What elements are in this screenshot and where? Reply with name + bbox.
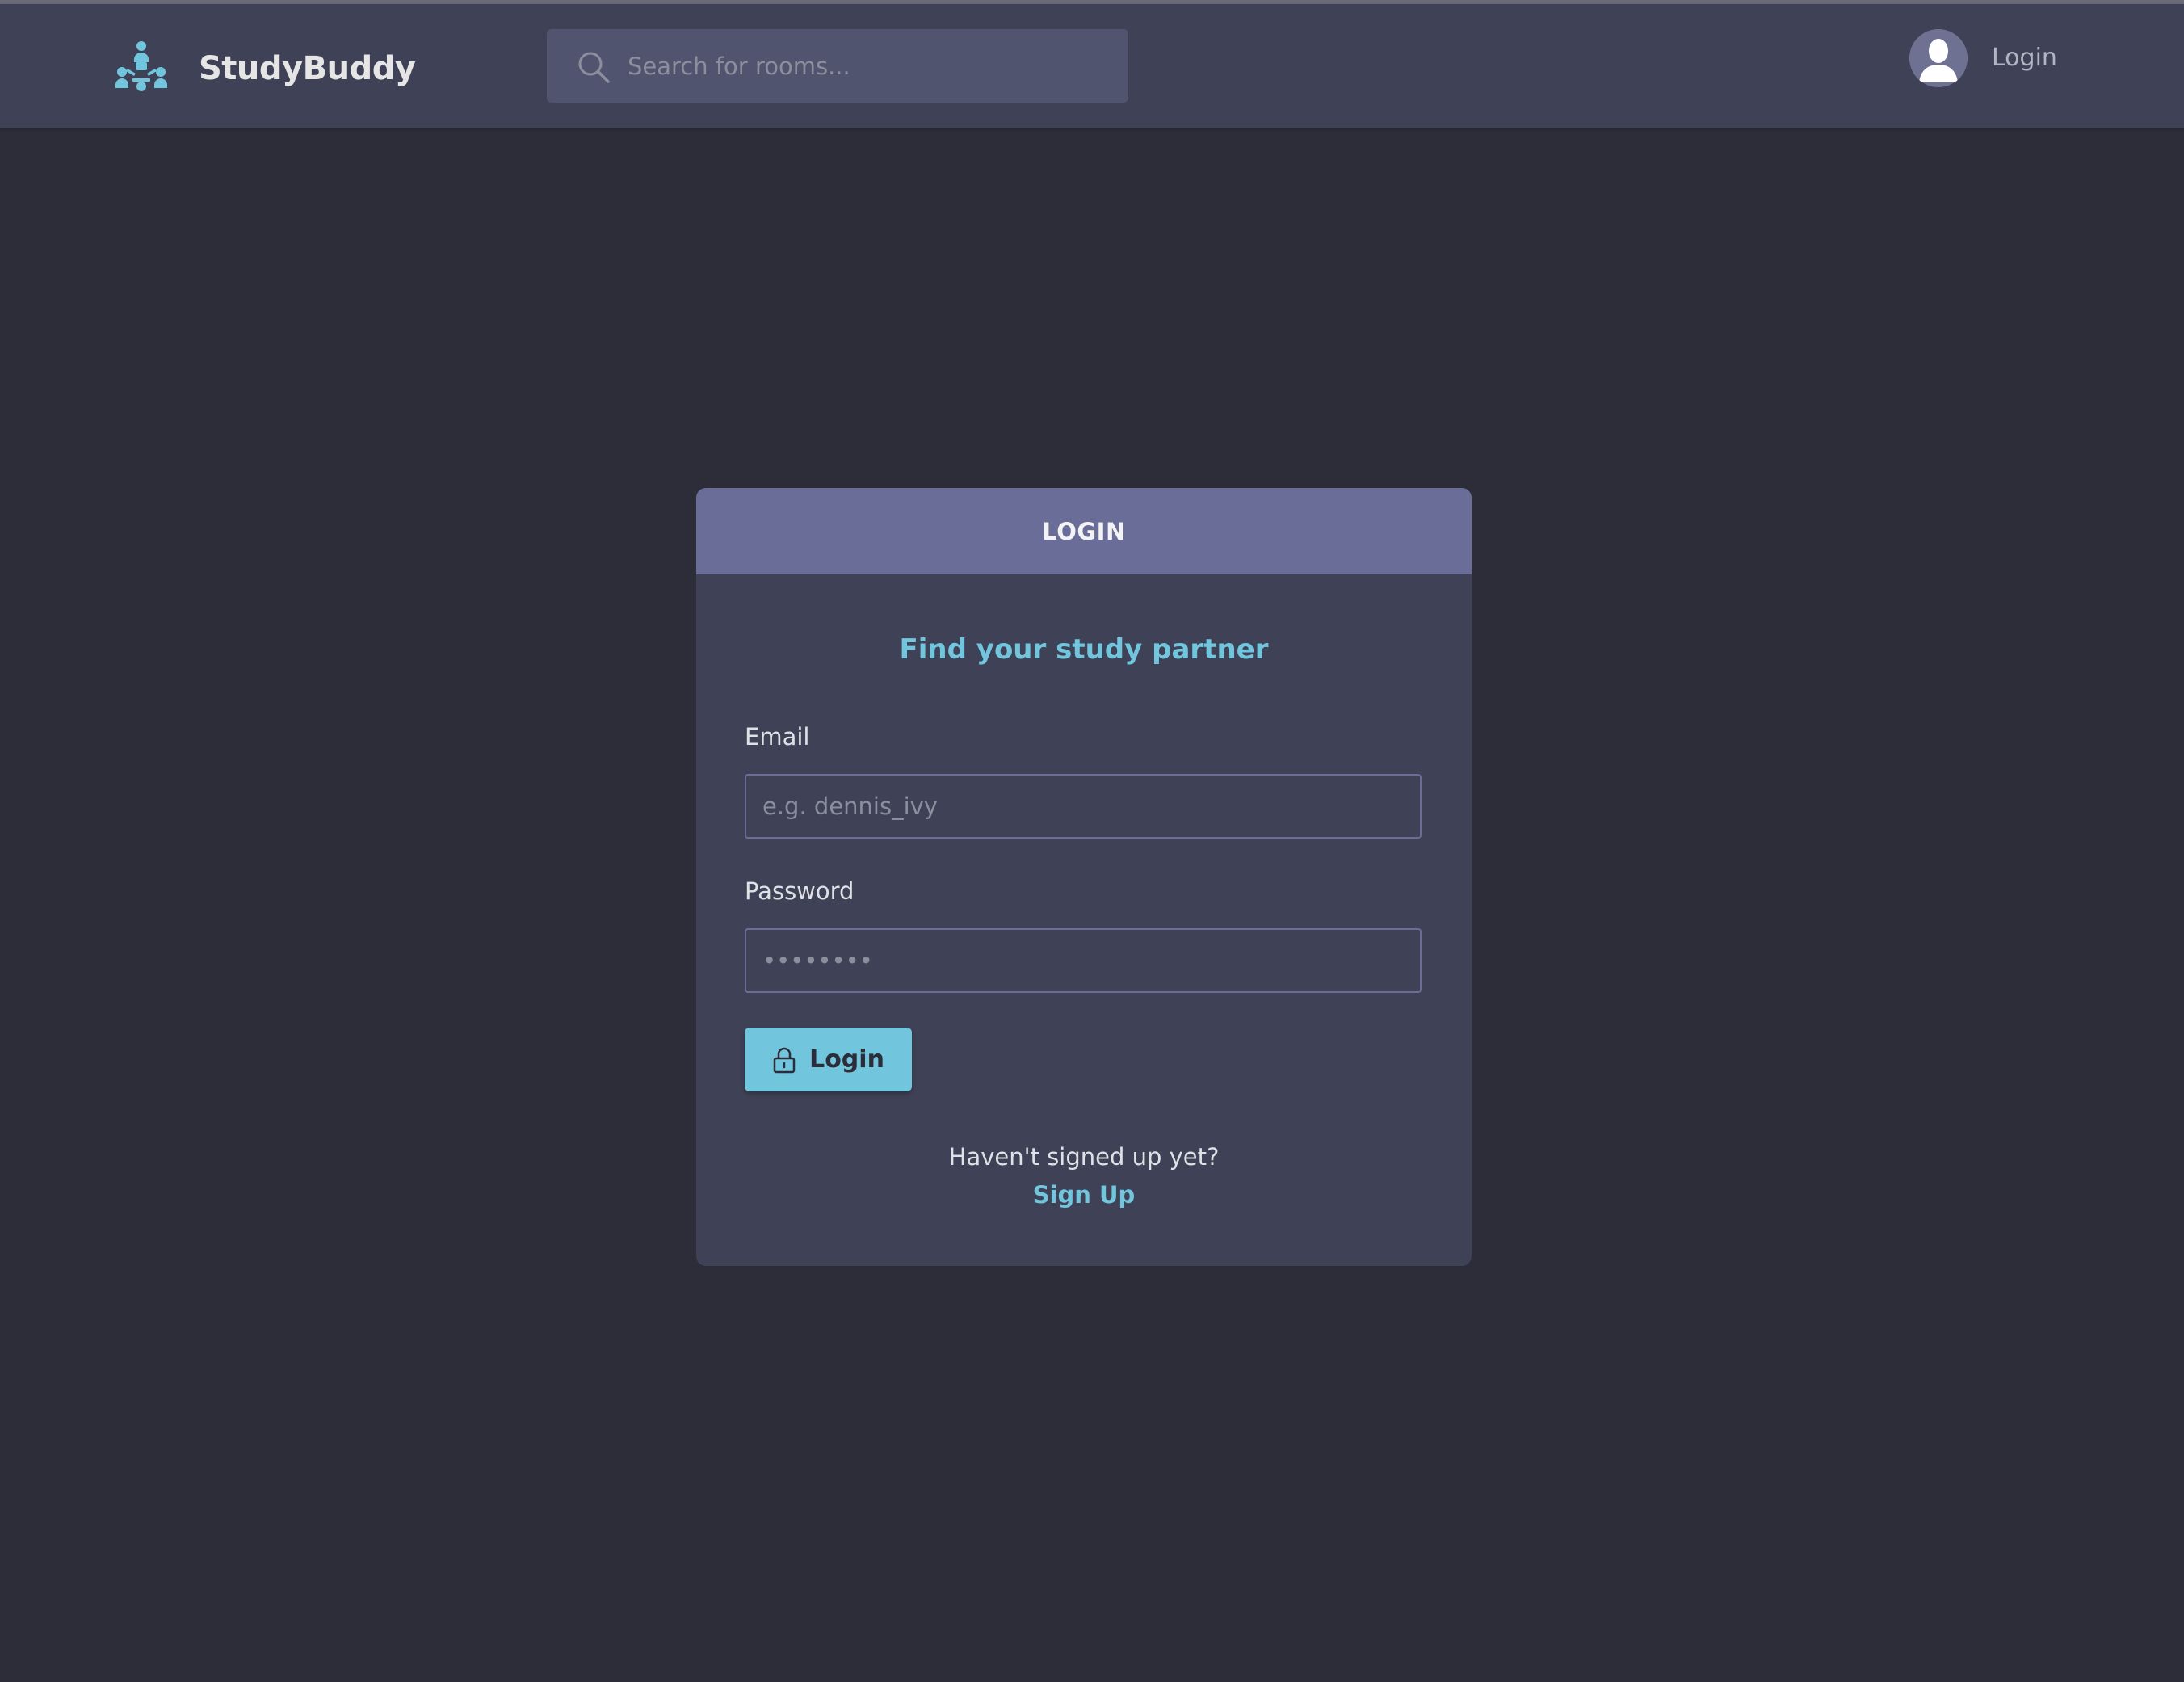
email-label: Email <box>745 723 810 751</box>
brand-name[interactable]: StudyBuddy <box>199 44 416 93</box>
login-card-subtitle: Find your study partner <box>899 633 1269 666</box>
signup-link[interactable]: Sign Up <box>696 1177 1472 1213</box>
lock-icon <box>773 1047 796 1073</box>
login-button-label: Login <box>809 1045 884 1074</box>
avatar-silhouette <box>1909 29 1968 87</box>
login-card: LOGIN Find your study partner Email Pass… <box>696 488 1472 1266</box>
email-field[interactable] <box>745 774 1422 839</box>
people-network-icon[interactable] <box>113 40 170 96</box>
login-card-title: LOGIN <box>696 488 1472 574</box>
login-button[interactable]: Login <box>745 1028 912 1091</box>
search-bar[interactable] <box>547 29 1128 103</box>
search-input[interactable] <box>628 29 1112 103</box>
signup-prompt: Haven't signed up yet? <box>948 1143 1220 1171</box>
user-avatar-icon[interactable] <box>1909 29 1968 87</box>
search-icon <box>578 52 610 83</box>
header-login-link[interactable]: Login <box>1992 42 2057 74</box>
top-navbar: StudyBuddy Login <box>0 4 2184 128</box>
password-field[interactable] <box>745 928 1422 993</box>
password-label: Password <box>745 877 855 905</box>
